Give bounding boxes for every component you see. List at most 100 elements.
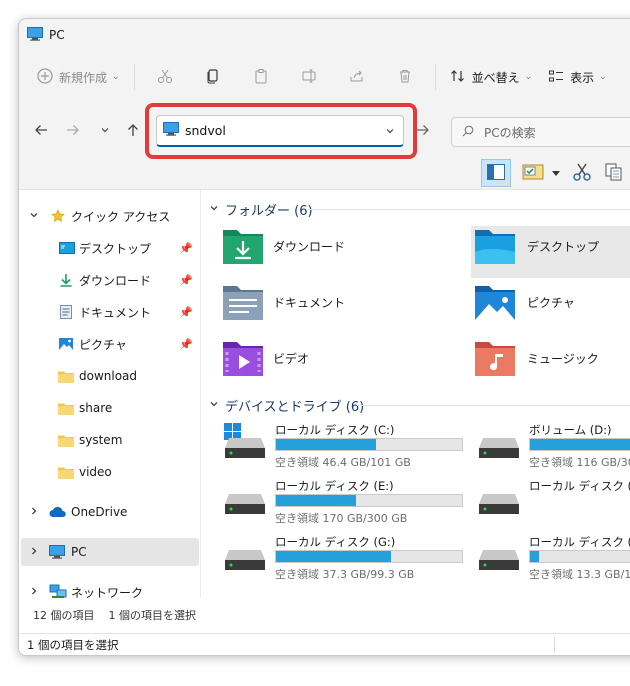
divider bbox=[309, 209, 630, 210]
sidebar-item-label: share bbox=[79, 401, 113, 415]
drive-name: ローカル ディスク (F:) bbox=[529, 479, 630, 493]
drive-free-space: 空き領域 170 GB/300 GB bbox=[275, 512, 408, 525]
navigation-pane-button[interactable] bbox=[481, 159, 511, 187]
folder-desktop[interactable]: デスクトップ bbox=[471, 226, 630, 278]
rename-icon bbox=[301, 68, 317, 87]
view-button[interactable]: 表示 ⌄ bbox=[540, 61, 615, 93]
drive-usage-bar bbox=[275, 550, 463, 563]
delete-button[interactable] bbox=[381, 61, 429, 93]
forward-button[interactable] bbox=[61, 119, 85, 143]
navigation-pane: クイック アクセス デスクトップ 📌 ダウンロード 📌 ドキュメント 📌 ピクチ… bbox=[19, 190, 201, 600]
view-list-icon bbox=[548, 68, 564, 87]
folders-group-header[interactable]: フォルダー (6) bbox=[209, 200, 313, 219]
sidebar-item-pc[interactable]: PC bbox=[21, 538, 199, 566]
sidebar-item-label: download bbox=[79, 369, 138, 383]
address-input[interactable]: sndvol bbox=[185, 123, 226, 138]
sidebar-item-pictures[interactable]: ピクチャ 📌 bbox=[21, 330, 199, 358]
folder-music[interactable]: ミュージック bbox=[471, 338, 630, 390]
chevron-right-icon[interactable] bbox=[29, 546, 39, 559]
chevron-down-icon[interactable] bbox=[385, 125, 395, 139]
cloud-icon bbox=[49, 506, 67, 518]
monitor-icon bbox=[163, 122, 179, 139]
paste-button[interactable] bbox=[237, 61, 285, 93]
arrow-up-icon bbox=[126, 123, 140, 140]
sidebar-item-system-folder[interactable]: system bbox=[21, 426, 199, 454]
status-text: 1 個の項目を選択 bbox=[27, 637, 119, 652]
hard-drive-icon bbox=[477, 436, 521, 465]
videos-folder-icon bbox=[221, 338, 265, 381]
item-checkbox-button[interactable] bbox=[519, 159, 549, 187]
drive-usage-bar bbox=[275, 438, 463, 451]
drive-e[interactable]: ローカル ディスク (E:) 空き領域 170 GB/300 GB bbox=[221, 478, 471, 530]
folder-videos[interactable]: ビデオ bbox=[221, 338, 451, 390]
sidebar-item-label: PC bbox=[71, 545, 87, 559]
sidebar-item-downloads[interactable]: ダウンロード 📌 bbox=[21, 266, 199, 294]
pin-icon[interactable]: 📌 bbox=[179, 274, 193, 287]
search-icon bbox=[462, 125, 474, 140]
desktop-folder-icon bbox=[471, 226, 519, 269]
sort-button-label: 並べ替え bbox=[471, 70, 520, 85]
navigation-row: sndvol PCの検索 bbox=[19, 103, 630, 159]
arrow-right-icon bbox=[416, 123, 430, 140]
sidebar-item-quick-access[interactable]: クイック アクセス bbox=[21, 202, 199, 230]
folder-pictures[interactable]: ピクチャ bbox=[471, 282, 630, 334]
sidebar-item-onedrive[interactable]: OneDrive bbox=[21, 498, 199, 526]
pin-icon[interactable]: 📌 bbox=[179, 306, 193, 319]
dropdown-button[interactable] bbox=[549, 159, 563, 187]
search-placeholder: PCの検索 bbox=[484, 125, 536, 140]
music-folder-icon bbox=[471, 338, 519, 381]
desktop-icon bbox=[59, 242, 75, 254]
view-button-label: 表示 bbox=[570, 70, 595, 85]
chevron-down-icon: ⌄ bbox=[524, 72, 533, 82]
new-button[interactable]: 新規作成 ⌄ bbox=[29, 61, 128, 93]
documents-icon bbox=[60, 305, 72, 319]
chevron-down-icon: ⌄ bbox=[112, 72, 120, 82]
folder-downloads[interactable]: ダウンロード bbox=[221, 226, 451, 278]
copy-button-small[interactable] bbox=[599, 159, 629, 187]
sidebar-item-desktop[interactable]: デスクトップ 📌 bbox=[21, 234, 199, 262]
plus-circle-icon bbox=[37, 67, 53, 87]
chevron-down-icon[interactable] bbox=[29, 210, 39, 223]
chevron-down-icon bbox=[209, 203, 219, 216]
sidebar-item-download-folder[interactable]: download bbox=[21, 362, 199, 390]
drive-name: ローカル ディスク (E:) bbox=[275, 479, 394, 493]
up-button[interactable] bbox=[121, 119, 145, 143]
go-button[interactable] bbox=[411, 119, 435, 143]
recent-locations-button[interactable] bbox=[93, 119, 117, 143]
sidebar-item-share-folder[interactable]: share bbox=[21, 394, 199, 422]
drive-f[interactable]: ローカル ディスク (F:) bbox=[475, 478, 630, 530]
sidebar-item-video-folder[interactable]: video bbox=[21, 458, 199, 486]
drives-group-header[interactable]: デバイスとドライブ (6) bbox=[209, 396, 364, 415]
copy-button[interactable] bbox=[189, 61, 237, 93]
drive-h[interactable]: ローカル ディスク (H:) 空き領域 13.3 GB/1 bbox=[475, 534, 630, 586]
drive-g[interactable]: ローカル ディスク (G:) 空き領域 37.3 GB/99.3 GB bbox=[221, 534, 471, 586]
drive-usage-fill bbox=[276, 495, 356, 506]
arrow-right-icon bbox=[66, 123, 80, 140]
pin-icon[interactable]: 📌 bbox=[179, 338, 193, 351]
scissors-icon bbox=[157, 68, 173, 87]
pin-icon[interactable]: 📌 bbox=[179, 242, 193, 255]
window-title: PC bbox=[49, 28, 65, 42]
drive-c[interactable]: ローカル ディスク (C:) 空き領域 46.4 GB/101 GB bbox=[221, 422, 471, 474]
search-box[interactable]: PCの検索 bbox=[451, 117, 630, 147]
sort-button[interactable]: 並べ替え ⌄ bbox=[442, 61, 541, 93]
rename-button[interactable] bbox=[285, 61, 333, 93]
drive-d[interactable]: ボリューム (D:) 空き領域 116 GB/30 bbox=[475, 422, 630, 474]
folders-group-title: フォルダー (6) bbox=[225, 204, 313, 219]
share-button[interactable] bbox=[333, 61, 381, 93]
checkbox-window-icon bbox=[522, 163, 546, 184]
trash-icon bbox=[397, 68, 413, 87]
address-bar[interactable]: sndvol bbox=[156, 115, 404, 147]
folder-documents[interactable]: ドキュメント bbox=[221, 282, 451, 334]
sidebar-item-documents[interactable]: ドキュメント 📌 bbox=[21, 298, 199, 326]
chevron-right-icon[interactable] bbox=[29, 506, 39, 519]
cut-button-small[interactable] bbox=[567, 159, 597, 187]
download-folder-icon bbox=[221, 226, 265, 269]
separator bbox=[434, 64, 436, 90]
folder-icon bbox=[58, 402, 74, 415]
back-button[interactable] bbox=[29, 119, 53, 143]
folder-icon bbox=[58, 370, 74, 383]
details-view-button[interactable] bbox=[554, 637, 555, 653]
drive-name: ボリューム (D:) bbox=[529, 423, 612, 437]
cut-button[interactable] bbox=[141, 61, 189, 93]
